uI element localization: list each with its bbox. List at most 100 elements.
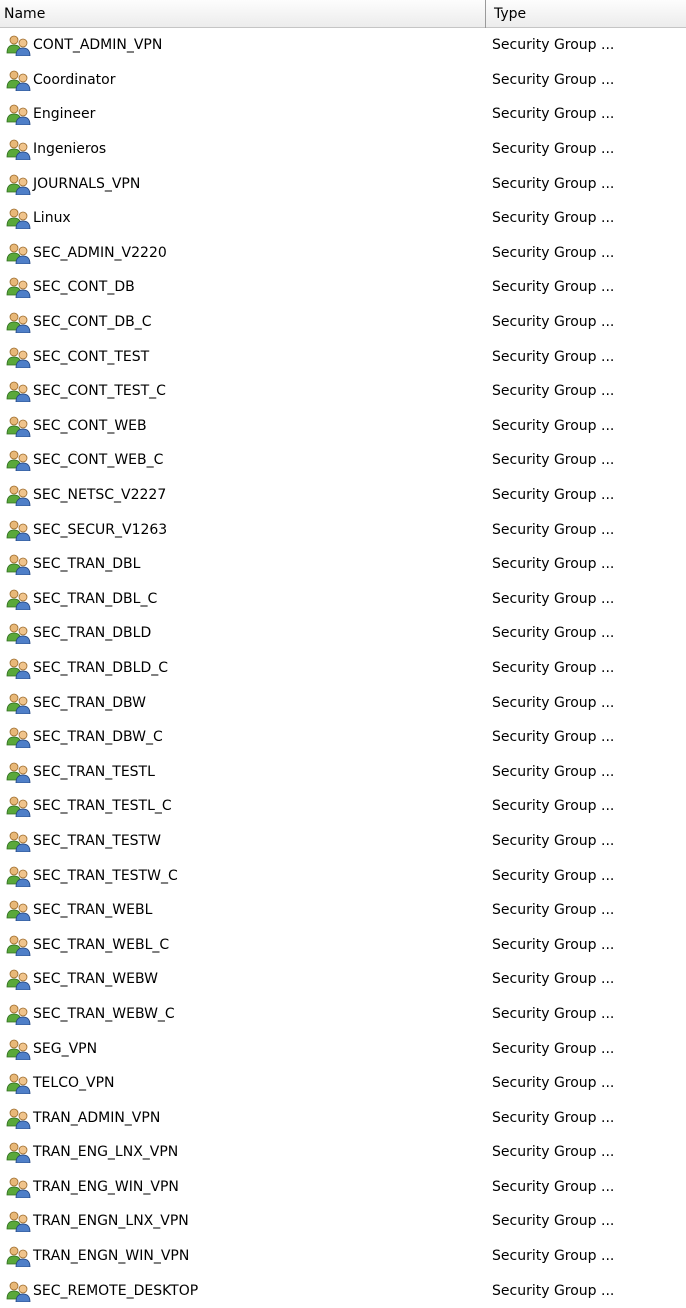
list-item[interactable]: SEC_SECUR_V1263 Security Group ...: [0, 512, 686, 547]
group-name: SEC_CONT_DB: [33, 279, 135, 296]
security-group-icon: [6, 726, 32, 749]
list-item[interactable]: SEG_VPN Security Group ...: [0, 1031, 686, 1066]
list-item[interactable]: SEC_TRAN_TESTW Security Group ...: [0, 824, 686, 859]
list-item[interactable]: SEC_REMOTE_DESKTOP Security Group ...: [0, 1273, 686, 1308]
group-type: Security Group ...: [492, 936, 615, 953]
name-cell: SEC_REMOTE_DESKTOP: [0, 1280, 492, 1302]
group-type: Security Group ...: [492, 417, 615, 434]
security-group-icon: [6, 761, 32, 783]
list-item[interactable]: SEC_TRAN_WEBL_C Security Group ...: [0, 927, 686, 962]
list-item[interactable]: SEC_TRAN_DBL_C Security Group ...: [0, 582, 686, 617]
security-group-icon: [6, 276, 32, 299]
list-item[interactable]: SEC_TRAN_DBW Security Group ...: [0, 685, 686, 720]
group-name: SEC_REMOTE_DESKTOP: [33, 1282, 199, 1299]
column-header: Name Type: [0, 0, 686, 28]
name-cell: CONT_ADMIN_VPN: [0, 34, 492, 57]
group-name: SEC_TRAN_DBW_C: [33, 729, 163, 746]
group-type: Security Group ...: [492, 383, 615, 400]
security-group-icon: [6, 346, 32, 368]
list-item[interactable]: Linux Security Group ...: [0, 201, 686, 236]
name-cell: Engineer: [0, 103, 492, 126]
group-name: SEC_TRAN_DBW: [33, 694, 146, 711]
list-item[interactable]: CONT_ADMIN_VPN Security Group ...: [0, 28, 686, 63]
list-item[interactable]: SEC_TRAN_TESTL_C Security Group ...: [0, 789, 686, 824]
group-name: SEC_TRAN_WEBL_C: [33, 936, 170, 953]
list-item[interactable]: TRAN_ENG_WIN_VPN Security Group ...: [0, 1170, 686, 1205]
security-group-icon: [6, 899, 32, 922]
name-cell: SEC_CONT_TEST_C: [0, 380, 492, 403]
column-header-name[interactable]: Name: [0, 0, 486, 28]
group-type: Security Group ...: [492, 763, 615, 780]
list-item[interactable]: SEC_TRAN_TESTL Security Group ...: [0, 754, 686, 789]
list-item[interactable]: SEC_TRAN_DBLD Security Group ...: [0, 616, 686, 651]
group-name: SEC_TRAN_TESTW: [33, 832, 161, 849]
group-type: Security Group ...: [492, 210, 615, 227]
security-group-icon: [6, 519, 32, 541]
list-item[interactable]: SEC_CONT_WEB_C Security Group ...: [0, 443, 686, 478]
name-cell: SEC_TRAN_DBL_C: [0, 588, 492, 610]
security-group-icon: [6, 34, 32, 57]
name-cell: SEC_CONT_TEST: [0, 346, 492, 368]
group-name: TELCO_VPN: [33, 1075, 115, 1092]
list-item[interactable]: SEC_TRAN_TESTW_C Security Group ...: [0, 858, 686, 893]
list-item[interactable]: JOURNALS_VPN Security Group ...: [0, 166, 686, 201]
list-item[interactable]: TRAN_ENGN_WIN_VPN Security Group ...: [0, 1239, 686, 1274]
group-type: Security Group ...: [492, 175, 615, 192]
group-type: Security Group ...: [492, 1213, 615, 1230]
group-type: Security Group ...: [492, 902, 615, 919]
group-name: SEC_NETSC_V2227: [33, 487, 167, 504]
list-item[interactable]: TRAN_ENG_LNX_VPN Security Group ...: [0, 1135, 686, 1170]
name-cell: Coordinator: [0, 69, 492, 91]
security-group-icon: [6, 865, 32, 887]
list-item[interactable]: TELCO_VPN Security Group ...: [0, 1066, 686, 1101]
list-item[interactable]: SEC_CONT_DB_C Security Group ...: [0, 305, 686, 340]
group-type: Security Group ...: [492, 1248, 615, 1265]
group-type: Security Group ...: [492, 452, 615, 469]
column-header-type[interactable]: Type: [486, 0, 686, 28]
group-name: SEC_TRAN_DBL: [33, 556, 141, 573]
name-cell: TRAN_ENG_WIN_VPN: [0, 1176, 492, 1198]
group-name: SEC_TRAN_WEBL: [33, 902, 153, 919]
group-name: SEC_TRAN_TESTW_C: [33, 867, 178, 884]
security-group-icon: [6, 553, 32, 576]
list-item[interactable]: TRAN_ADMIN_VPN Security Group ...: [0, 1100, 686, 1135]
group-type: Security Group ...: [492, 71, 615, 88]
list-item[interactable]: SEC_NETSC_V2227 Security Group ...: [0, 478, 686, 513]
group-name: SEC_TRAN_WEBW_C: [33, 1005, 175, 1022]
list-item[interactable]: SEC_CONT_TEST Security Group ...: [0, 339, 686, 374]
group-type: Security Group ...: [492, 348, 615, 365]
name-cell: SEC_TRAN_TESTL_C: [0, 795, 492, 818]
name-cell: SEC_CONT_WEB: [0, 415, 492, 437]
group-type: Security Group ...: [492, 1109, 615, 1126]
name-cell: SEC_CONT_WEB_C: [0, 449, 492, 472]
name-cell: SEC_TRAN_DBL: [0, 553, 492, 576]
name-cell: Linux: [0, 207, 492, 230]
group-type: Security Group ...: [492, 867, 615, 884]
group-name: TRAN_ADMIN_VPN: [33, 1109, 161, 1126]
list-item[interactable]: SEC_TRAN_DBLD_C Security Group ...: [0, 651, 686, 686]
name-cell: SEC_CONT_DB_C: [0, 311, 492, 334]
list-item[interactable]: Coordinator Security Group ...: [0, 63, 686, 98]
list-item[interactable]: Ingenieros Security Group ...: [0, 132, 686, 167]
list-item[interactable]: SEC_CONT_TEST_C Security Group ...: [0, 374, 686, 409]
list-item[interactable]: SEC_TRAN_DBL Security Group ...: [0, 547, 686, 582]
list-item[interactable]: SEC_ADMIN_V2220 Security Group ...: [0, 236, 686, 271]
security-group-icon: [6, 795, 32, 818]
group-name: TRAN_ENGN_WIN_VPN: [33, 1248, 190, 1265]
list-item[interactable]: SEC_CONT_WEB Security Group ...: [0, 409, 686, 444]
name-cell: SEC_TRAN_DBW: [0, 692, 492, 714]
group-type: Security Group ...: [492, 521, 615, 538]
list-item[interactable]: SEC_TRAN_DBW_C Security Group ...: [0, 720, 686, 755]
list-item[interactable]: Engineer Security Group ...: [0, 97, 686, 132]
security-group-icon: [6, 1245, 32, 1268]
list-item[interactable]: SEC_TRAN_WEBW Security Group ...: [0, 962, 686, 997]
group-name: Coordinator: [33, 71, 116, 88]
list-item[interactable]: SEC_TRAN_WEBL Security Group ...: [0, 893, 686, 928]
security-group-icon: [6, 588, 32, 610]
list-item[interactable]: SEC_TRAN_WEBW_C Security Group ...: [0, 997, 686, 1032]
list-item[interactable]: TRAN_ENGN_LNX_VPN Security Group ...: [0, 1204, 686, 1239]
security-group-icon: [6, 622, 32, 645]
security-group-icon: [6, 934, 32, 956]
list-item[interactable]: SEC_CONT_DB Security Group ...: [0, 270, 686, 305]
group-name: TRAN_ENG_LNX_VPN: [33, 1144, 179, 1161]
